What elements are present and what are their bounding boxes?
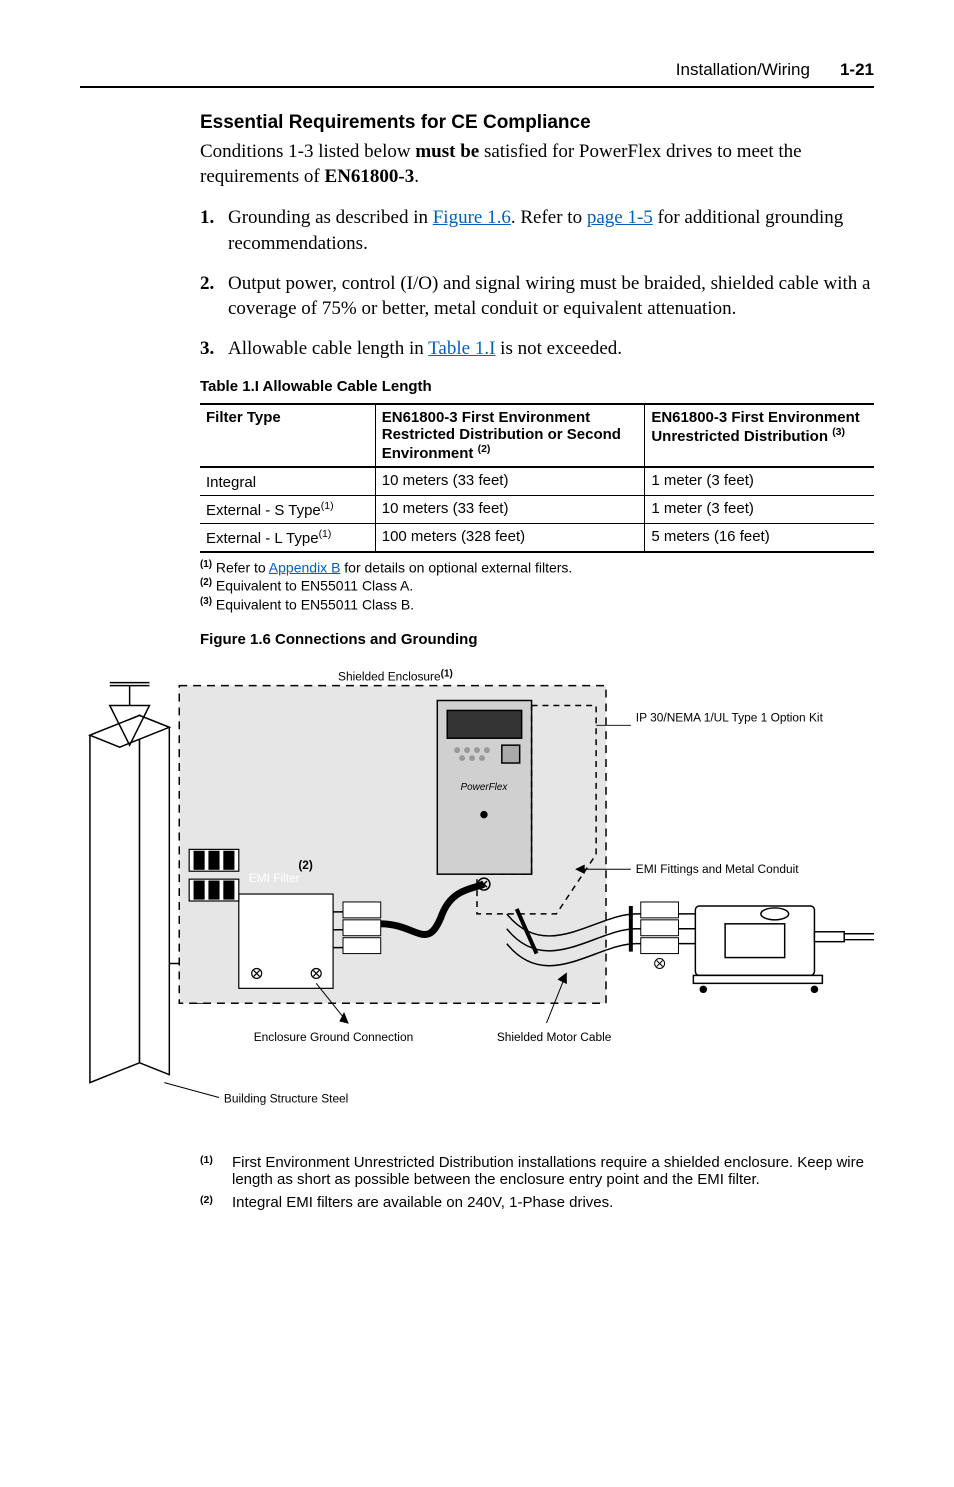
table-link[interactable]: Table 1.I	[428, 338, 495, 359]
footnote: (1) Refer to Appendix B for details on o…	[200, 559, 874, 576]
wire-label: U/T1	[645, 904, 669, 916]
svg-text:L1: L1	[257, 907, 269, 919]
svg-text:L3: L3	[257, 947, 269, 959]
section-heading: Essential Requirements for CE Compliance	[200, 112, 874, 134]
header-page-number: 1-21	[840, 60, 874, 80]
requirements-list: 1. Grounding as described in Figure 1.6.…	[200, 205, 874, 361]
cell-env-restricted: 10 meters (33 feet)	[375, 467, 645, 496]
header-section: Installation/Wiring	[676, 60, 810, 80]
svg-text:L2: L2	[257, 927, 269, 939]
cell-env-unrestricted: 5 meters (16 feet)	[645, 523, 874, 552]
list-item: 2. Output power, control (I/O) and signa…	[200, 271, 874, 322]
building-steel-label: Building Structure Steel	[224, 1091, 348, 1105]
column-header: EN61800-3 First Environment Unrestricted…	[645, 404, 874, 467]
page-link[interactable]: page 1-5	[587, 207, 653, 228]
wiring-diagram: PowerFlex EMI Filter L1 L1' L2	[80, 654, 874, 1144]
list-item: 1. Grounding as described in Figure 1.6.…	[200, 205, 874, 256]
list-number: 2.	[200, 271, 228, 322]
table-row: Integral 10 meters (33 feet) 1 meter (3 …	[200, 467, 874, 496]
figure-footnotes: (1) First Environment Unrestricted Distr…	[200, 1154, 874, 1213]
intro-bold-1: must be	[415, 141, 479, 162]
table-caption: Table 1.I Allowable Cable Length	[200, 378, 874, 395]
wire-label: S/L2	[347, 922, 369, 934]
shielded-motor-label: Shielded Motor Cable	[497, 1029, 612, 1043]
wire-label: T/L3	[347, 940, 369, 952]
appendix-link[interactable]: Appendix B	[269, 559, 341, 575]
figure-footnote: (2) Integral EMI filters are available o…	[200, 1194, 874, 1213]
list-item: 3. Allowable cable length in Table 1.I i…	[200, 336, 874, 362]
cell-env-unrestricted: 1 meter (3 feet)	[645, 495, 874, 523]
cell-filter-type: Integral	[200, 467, 375, 496]
drive-unit-icon: PowerFlex	[437, 700, 531, 890]
cell-env-unrestricted: 1 meter (3 feet)	[645, 467, 874, 496]
svg-text:L1': L1'	[306, 907, 320, 919]
list-number: 1.	[200, 205, 228, 256]
wire-label: V/T2	[645, 922, 668, 934]
figure-caption: Figure 1.6 Connections and Grounding	[200, 631, 874, 648]
table-row: External - L Type(1) 100 meters (328 fee…	[200, 523, 874, 552]
emi-filter-sup: (2)	[298, 858, 313, 872]
intro-paragraph: Conditions 1-3 listed below must be sati…	[200, 140, 874, 189]
page-header: Installation/Wiring 1-21	[80, 60, 874, 88]
column-header: EN61800-3 First Environment Restricted D…	[375, 404, 645, 467]
figure-link[interactable]: Figure 1.6	[433, 207, 511, 228]
figure-footnote: (1) First Environment Unrestricted Distr…	[200, 1154, 874, 1188]
list-text: Grounding as described in Figure 1.6. Re…	[228, 205, 874, 256]
svg-text:L3': L3'	[306, 947, 320, 959]
cell-filter-type: External - S Type(1)	[200, 495, 375, 523]
list-text: Output power, control (I/O) and signal w…	[228, 271, 874, 322]
column-header: Filter Type	[200, 404, 375, 467]
option-kit-label: IP 30/NEMA 1/UL Type 1 Option Kit	[636, 710, 824, 724]
table-header-row: Filter Type EN61800-3 First Environment …	[200, 404, 874, 467]
motor-icon	[693, 905, 874, 991]
svg-text:L2': L2'	[306, 927, 320, 939]
list-text: Allowable cable length in Table 1.I is n…	[228, 336, 622, 362]
cable-length-table: Filter Type EN61800-3 First Environment …	[200, 403, 874, 553]
cell-env-restricted: 10 meters (33 feet)	[375, 495, 645, 523]
footnote: (2) Equivalent to EN55011 Class A.	[200, 577, 874, 594]
table-row: External - S Type(1) 10 meters (33 feet)…	[200, 495, 874, 523]
svg-text:Shielded Enclosure(1): Shielded Enclosure(1)	[338, 668, 453, 683]
shielded-enclosure-label: Shielded Enclosure	[338, 669, 441, 683]
wire-label: W/T3	[645, 940, 671, 952]
intro-bold-2: EN61800-3	[325, 166, 415, 187]
intro-text: Conditions 1-3 listed below	[200, 141, 415, 162]
emi-filter-label: EMI Filter	[249, 871, 300, 885]
list-number: 3.	[200, 336, 228, 362]
table-footnotes: (1) Refer to Appendix B for details on o…	[200, 559, 874, 613]
enclosure-ground-label: Enclosure Ground Connection	[254, 1029, 414, 1043]
powerflex-label: PowerFlex	[461, 781, 509, 792]
wire-label: R/L1	[347, 904, 370, 916]
cell-filter-type: External - L Type(1)	[200, 523, 375, 552]
intro-text: .	[414, 166, 419, 187]
footnote: (3) Equivalent to EN55011 Class B.	[200, 596, 874, 613]
cell-env-restricted: 100 meters (328 feet)	[375, 523, 645, 552]
emi-fittings-label: EMI Fittings and Metal Conduit	[636, 862, 799, 876]
